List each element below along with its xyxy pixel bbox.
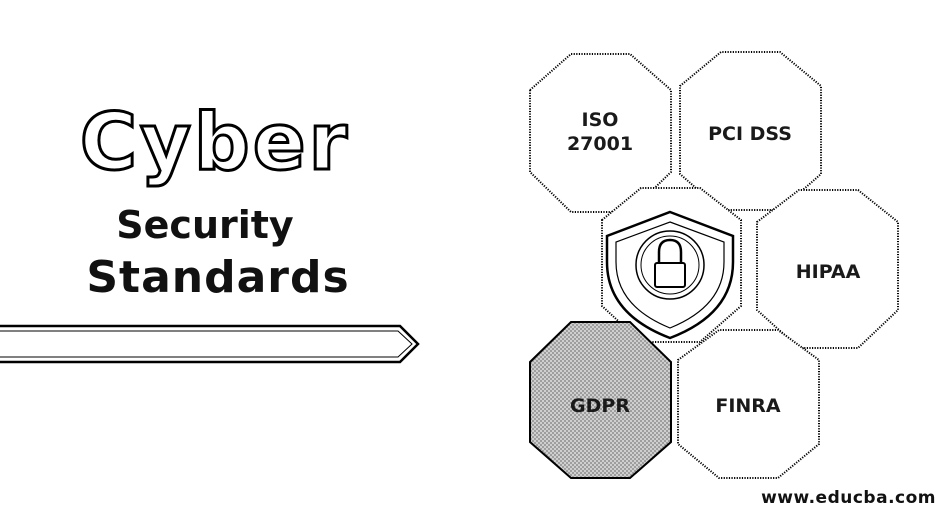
footer-url: www.educba.com [761,488,936,508]
standard-iso-label: ISO 27001 [560,108,640,156]
standard-iso-line1: ISO [581,109,619,131]
infographic-canvas: Cyber Security Standards ISO 27001 PCI D… [0,0,944,516]
standard-hipaa-label: HIPAA [795,261,861,283]
standard-pci-dss-label: PCI DSS [708,123,792,145]
standards-hexagon-cluster [529,51,899,479]
standard-gdpr-label: GDPR [570,395,630,417]
standard-finra-label: FINRA [715,395,781,417]
padlock-icon [635,230,705,300]
standard-iso-line2: 27001 [566,133,634,155]
